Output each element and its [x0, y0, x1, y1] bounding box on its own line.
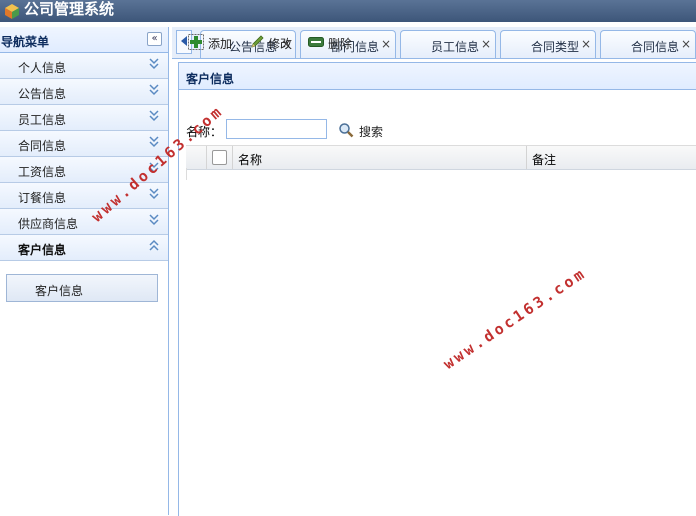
edit-label: 修改: [268, 37, 293, 51]
search-button-label: 搜索: [359, 125, 384, 139]
chevron-double-down-icon: [149, 136, 159, 148]
sidebar-item-label: 公告信息: [18, 87, 67, 101]
column-header-name[interactable]: 名称: [238, 151, 262, 168]
close-icon[interactable]: ×: [381, 37, 391, 51]
search-icon: [339, 123, 354, 138]
add-label: 添加: [208, 37, 233, 51]
name-search-input[interactable]: [226, 119, 327, 139]
sidebar-item-personal[interactable]: 个人信息: [0, 53, 168, 79]
sidebar-item-label: 供应商信息: [18, 217, 79, 231]
edit-button[interactable]: 修改: [249, 33, 297, 51]
sidebar-item-announcement[interactable]: 公告信息: [0, 79, 168, 105]
submenu-label: 客户信息: [35, 284, 84, 298]
tab-contract-type[interactable]: 合同类型 ×: [500, 30, 596, 58]
sidebar-item-label: 工资信息: [18, 165, 67, 179]
minus-icon: [308, 37, 324, 47]
title-bar: 公司管理系统: [0, 0, 696, 22]
chevron-double-up-icon: [149, 239, 159, 251]
search-button[interactable]: 搜索: [338, 121, 384, 139]
close-icon[interactable]: ×: [581, 37, 591, 51]
sidebar-item-label: 合同信息: [18, 139, 67, 153]
datagrid-body: [186, 168, 187, 180]
panel-title: 客户信息: [186, 72, 235, 86]
sidebar-header: 导航菜单 «: [0, 27, 168, 53]
chevron-double-down-icon: [149, 58, 159, 70]
tab-contract-info[interactable]: 合同信息 ×: [600, 30, 696, 58]
submenu-customer-info[interactable]: 客户信息: [6, 274, 158, 302]
column-header-remark[interactable]: 备注: [532, 151, 556, 168]
chevron-double-down-icon: [149, 110, 159, 122]
close-icon[interactable]: ×: [481, 37, 491, 51]
delete-label: 删除: [328, 37, 353, 51]
pencil-icon: [251, 35, 264, 48]
column-divider: [526, 146, 527, 169]
tab-employee[interactable]: 员工信息 ×: [400, 30, 496, 58]
sidebar-item-contract[interactable]: 合同信息: [0, 131, 168, 157]
sidebar-item-label: 订餐信息: [18, 191, 67, 205]
select-all-checkbox[interactable]: [212, 150, 227, 165]
collapse-sidebar-button[interactable]: «: [147, 32, 162, 46]
sidebar-item-supplier[interactable]: 供应商信息: [0, 209, 168, 235]
chevron-double-down-icon: [149, 188, 159, 200]
chevron-double-down-icon: [149, 84, 159, 96]
chevron-double-down-icon: [149, 214, 159, 226]
navigation-sidebar: 导航菜单 « 个人信息 公告信息 员工信息 合同信息 工资信息 订餐信息 供应商…: [0, 27, 169, 515]
close-icon[interactable]: ×: [681, 37, 691, 51]
tab-label: 员工信息: [431, 40, 480, 54]
sidebar-item-label: 客户信息: [18, 243, 67, 257]
sidebar-item-label: 个人信息: [18, 61, 67, 75]
delete-button[interactable]: 删除: [308, 33, 356, 51]
sidebar-item-employee[interactable]: 员工信息: [0, 105, 168, 131]
add-button[interactable]: 添加: [188, 33, 238, 51]
sidebar-item-label: 员工信息: [18, 113, 67, 127]
column-divider: [232, 146, 233, 169]
add-icon: [188, 34, 204, 50]
arrow-left-icon: [181, 36, 187, 46]
app-title: 公司管理系统: [24, 0, 115, 18]
panel-header: 客户信息: [179, 63, 696, 90]
row-number-column: [186, 146, 207, 169]
tab-label: 合同类型: [531, 40, 580, 54]
datagrid-header: 名称 备注: [186, 145, 696, 170]
sidebar-item-customer[interactable]: 客户信息: [0, 235, 168, 261]
app-logo-icon: [5, 4, 19, 19]
tab-label: 合同信息: [631, 40, 680, 54]
sidebar-title: 导航菜单: [1, 35, 50, 49]
